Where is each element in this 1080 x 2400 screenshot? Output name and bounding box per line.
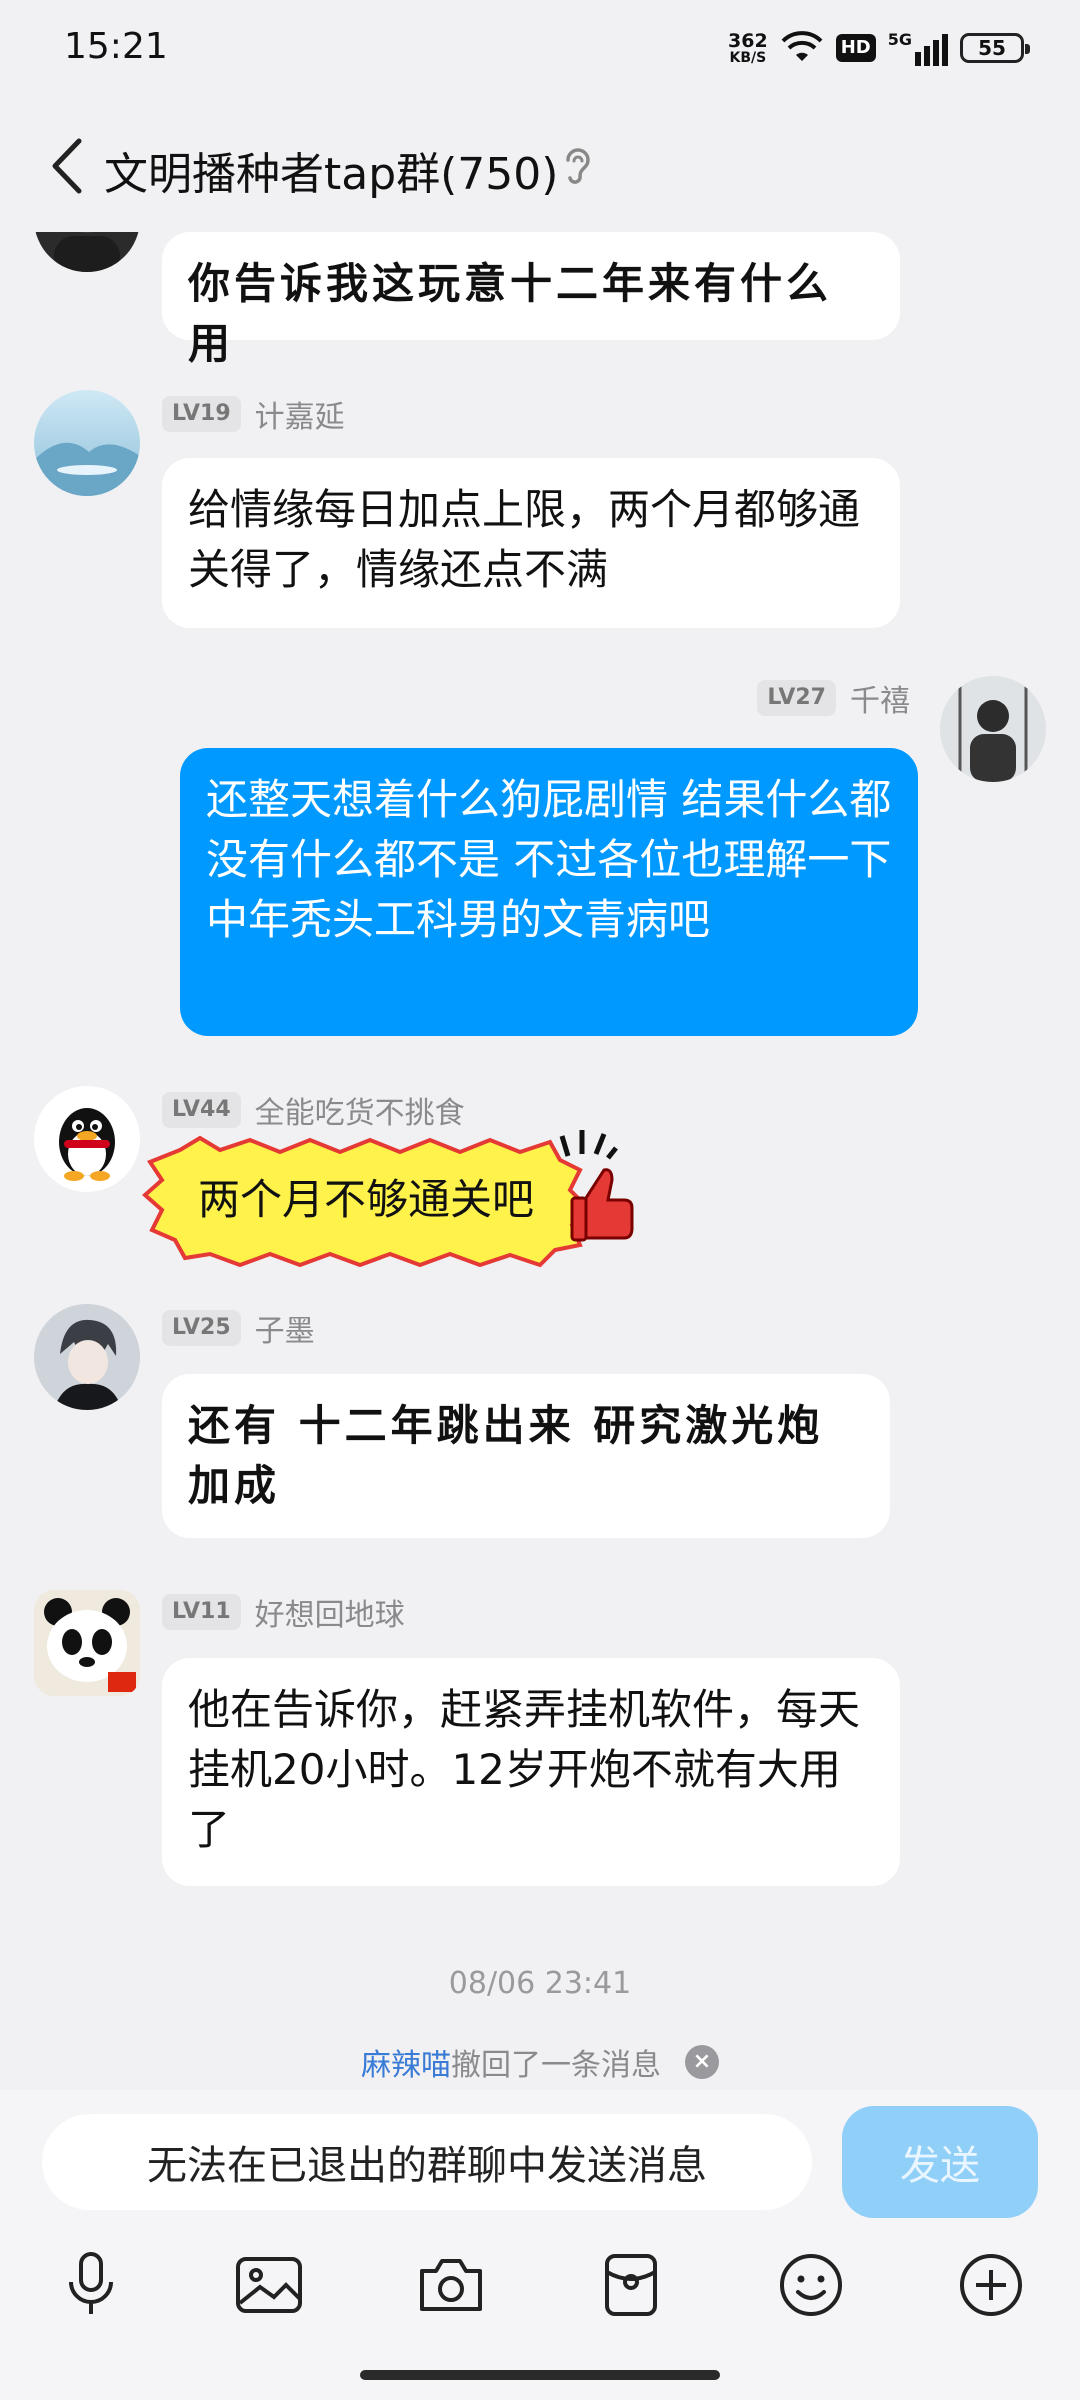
qq-penguin-avatar-icon <box>59 1108 115 1181</box>
avatar[interactable] <box>34 1086 140 1192</box>
status-icons: 362 KB/S HD 5G 55 <box>728 24 1030 72</box>
camera-button[interactable] <box>406 2240 496 2330</box>
level-badge: LV44 <box>162 1092 241 1128</box>
image-icon <box>236 2257 302 2313</box>
message-bubble[interactable]: 你告诉我这玩意十二年来有什么用 <box>162 232 900 368</box>
smiley-icon <box>780 2254 842 2316</box>
level-badge: LV25 <box>162 1310 241 1346</box>
level-badge: LV19 <box>162 396 241 432</box>
net-speed-unit: KB/S <box>729 50 767 66</box>
voice-button[interactable] <box>46 2240 136 2330</box>
sender-name[interactable]: 千禧 <box>850 676 910 720</box>
group-title[interactable]: 文明播种者tap群(750) <box>104 138 558 202</box>
avatar[interactable] <box>34 1304 140 1410</box>
level-badge: LV27 <box>757 680 836 716</box>
sender-name[interactable]: 计嘉延 <box>255 392 345 436</box>
recall-text: 撤回了一条消息 <box>451 2048 661 2083</box>
thumbs-up-icon <box>570 1168 634 1242</box>
sender-meta: LV27 千禧 <box>757 676 910 720</box>
camera-icon <box>420 2259 482 2311</box>
sender-meta: LV25 子墨 <box>162 1306 315 1350</box>
anime-avatar-icon <box>34 1304 140 1410</box>
sticker-bubble[interactable]: 两个月不够通关吧 <box>140 1130 634 1270</box>
image-button[interactable] <box>224 2240 314 2330</box>
microphone-icon <box>69 2252 113 2314</box>
status-time: 15:21 <box>64 26 168 67</box>
landscape-avatar-icon <box>34 442 140 496</box>
battery-icon: 55 <box>960 33 1030 63</box>
signal-icon: 5G <box>888 30 948 66</box>
wifi-icon <box>781 31 823 61</box>
avatar[interactable] <box>34 390 140 496</box>
input-panel: 无法在已退出的群聊中发送消息 发送 <box>0 2090 1080 2400</box>
net-speed: 362 KB/S <box>728 31 768 65</box>
message-bubble[interactable]: 还有 十二年跳出来 研究激光炮加成 <box>162 1374 890 1538</box>
input-toolbar <box>0 2240 1080 2340</box>
sender-name[interactable]: 子墨 <box>255 1306 315 1350</box>
message-bubble[interactable]: 他在告诉你，赶紧弄挂机软件，每天挂机20小时。12岁开炮不就有大用了 <box>162 1658 900 1886</box>
sender-name[interactable]: 全能吃货不挑食 <box>255 1088 465 1132</box>
timestamp: 08/06 23:41 <box>448 1966 632 2001</box>
home-indicator[interactable] <box>360 2370 720 2380</box>
avatar[interactable] <box>940 676 1046 782</box>
burst-lines-icon <box>559 1130 618 1160</box>
message-bubble[interactable]: 给情缘每日加点上限，两个月都够通关得了，情缘还点不满 <box>162 458 900 628</box>
sender-meta: LV44 全能吃货不挑食 <box>162 1088 465 1132</box>
send-button[interactable]: 发送 <box>842 2106 1038 2218</box>
red-packet-icon <box>605 2254 657 2316</box>
signal-label: 5G <box>887 30 912 49</box>
avatar[interactable] <box>34 1590 140 1696</box>
chevron-left-icon <box>52 138 82 194</box>
close-icon[interactable]: × <box>685 2045 719 2079</box>
more-button[interactable] <box>946 2240 1036 2330</box>
plus-circle-icon <box>960 2254 1022 2316</box>
sticker-text: 两个月不够通关吧 <box>198 1175 535 1224</box>
red-packet-button[interactable] <box>586 2240 676 2330</box>
chat-header: 文明播种者tap群(750) <box>0 92 1080 232</box>
sender-meta: LV19 计嘉延 <box>162 392 345 436</box>
level-badge: LV11 <box>162 1594 241 1630</box>
panda-avatar-icon <box>34 1590 140 1696</box>
ear-icon[interactable] <box>556 144 600 188</box>
back-button[interactable] <box>36 130 96 202</box>
net-speed-value: 362 <box>728 30 768 52</box>
hd-badge: HD <box>835 34 876 62</box>
battery-level: 55 <box>978 36 1006 60</box>
message-input[interactable]: 无法在已退出的群聊中发送消息 <box>42 2114 812 2210</box>
sender-meta: LV11 好想回地球 <box>162 1590 405 1634</box>
recall-notice: 麻辣喵 撤回了一条消息 × <box>0 2040 1080 2084</box>
person-avatar-icon <box>940 676 1046 782</box>
recall-user-name[interactable]: 麻辣喵 <box>361 2040 451 2084</box>
message-bubble-self[interactable]: 还整天想着什么狗屁剧情 结果什么都没有什么都不是 不过各位也理解一下中年秃头工科… <box>180 748 918 1036</box>
sender-name[interactable]: 好想回地球 <box>255 1590 405 1634</box>
emoji-button[interactable] <box>766 2240 856 2330</box>
status-bar: 15:21 362 KB/S HD 5G 55 <box>0 0 1080 92</box>
